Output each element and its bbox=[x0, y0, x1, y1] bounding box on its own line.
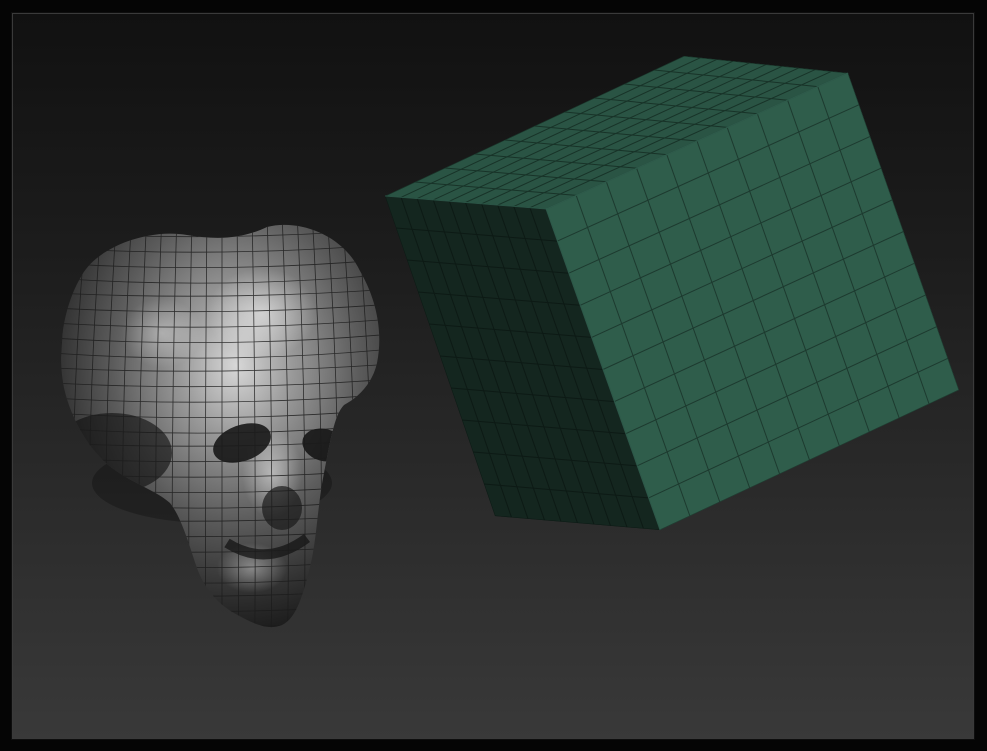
skull-mesh[interactable] bbox=[39, 213, 392, 653]
app-frame bbox=[0, 0, 987, 751]
cube-mesh[interactable] bbox=[384, 56, 959, 531]
3d-viewport-canvas[interactable] bbox=[12, 13, 974, 739]
scene-render bbox=[39, 56, 959, 653]
